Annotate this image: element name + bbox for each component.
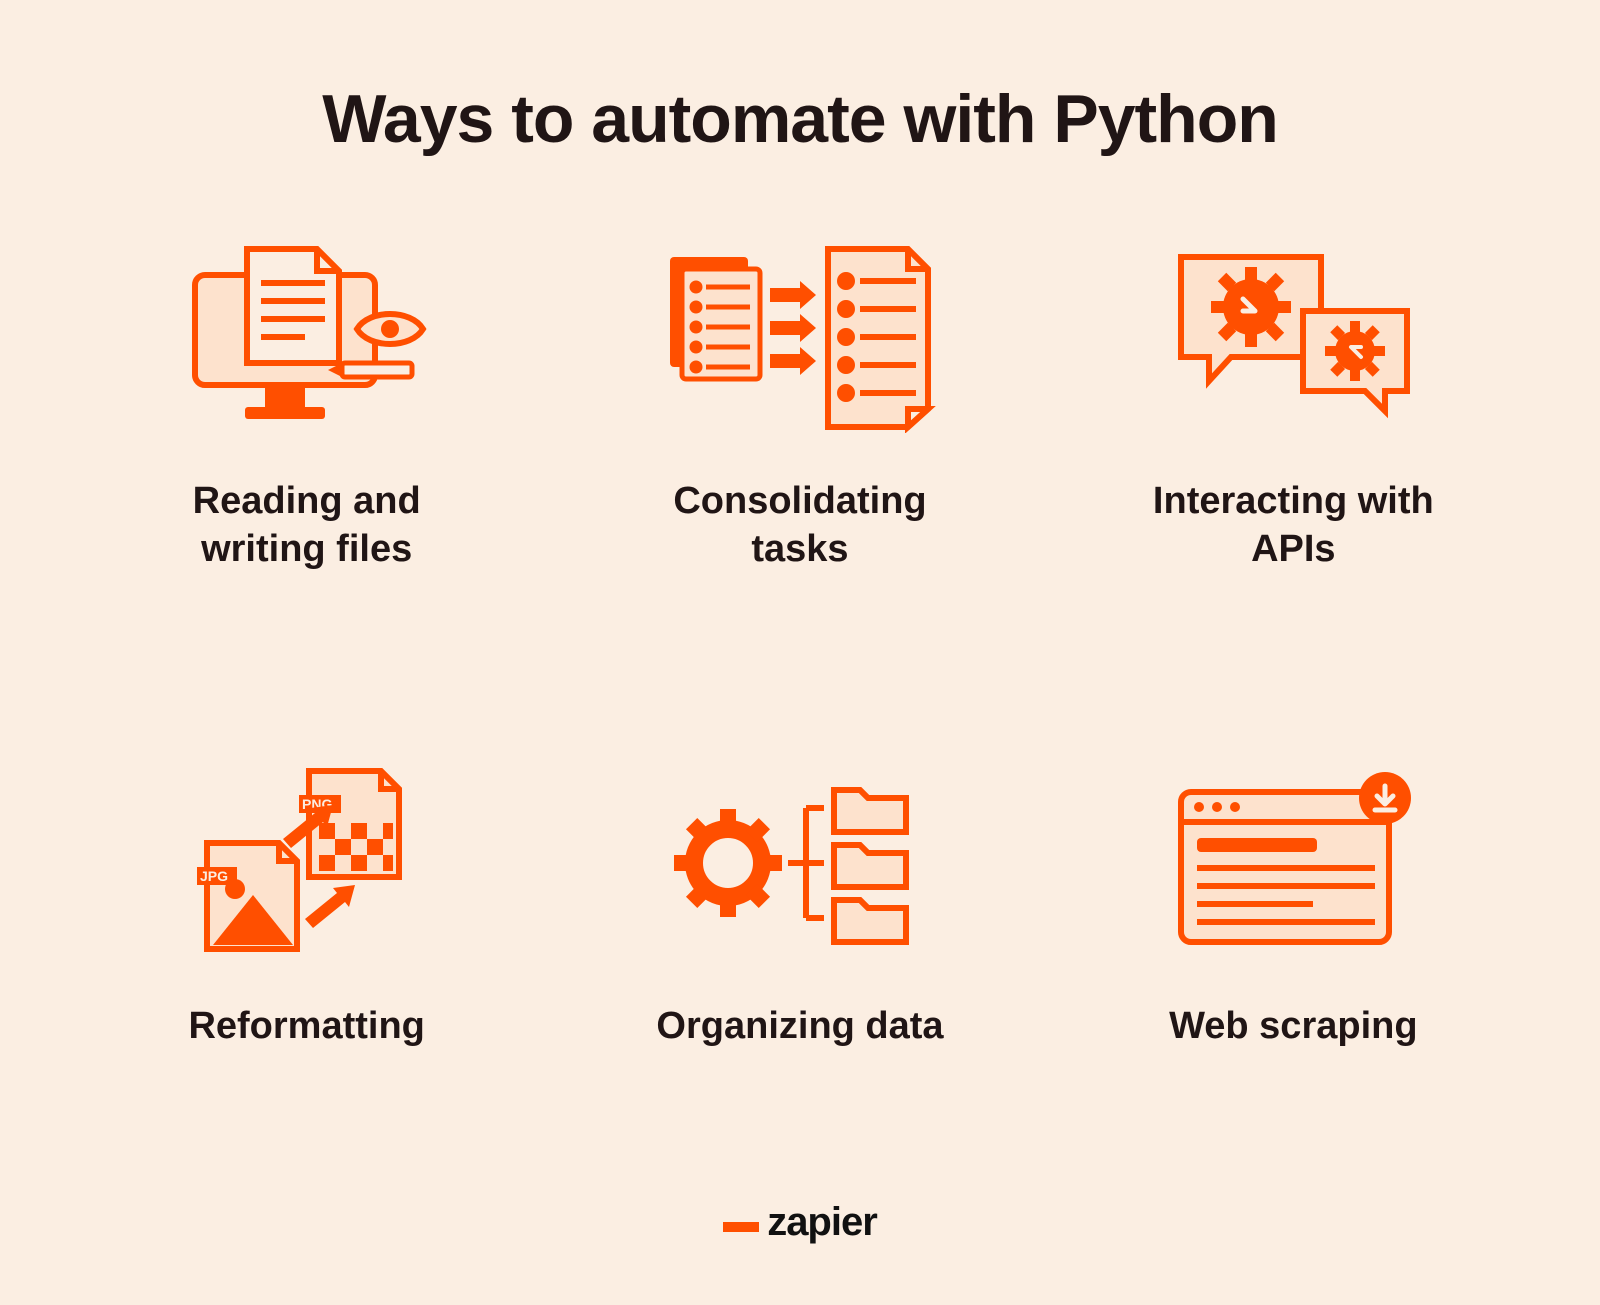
zapier-logo: zapier bbox=[723, 1200, 877, 1245]
feature-reading-writing-files: Reading and writing files bbox=[90, 238, 523, 663]
organizing-data-icon bbox=[670, 763, 930, 963]
feature-organizing-data: Organizing data bbox=[583, 763, 1016, 1140]
feature-label: Web scraping bbox=[1169, 1003, 1417, 1051]
feature-web-scraping: Web scraping bbox=[1077, 763, 1510, 1140]
interacting-apis-icon bbox=[1163, 238, 1423, 438]
web-scraping-icon bbox=[1163, 763, 1423, 963]
page-title: Ways to automate with Python bbox=[322, 80, 1278, 158]
feature-reformatting: JPG PNG bbox=[90, 763, 523, 1140]
feature-label: Interacting with APIs bbox=[1113, 478, 1473, 573]
zapier-logo-text: zapier bbox=[767, 1200, 877, 1245]
jpg-badge-text: JPG bbox=[200, 868, 228, 884]
feature-label: Reformatting bbox=[188, 1003, 424, 1051]
feature-label: Consolidating tasks bbox=[620, 478, 980, 573]
feature-grid: Reading and writing files bbox=[90, 238, 1510, 1140]
feature-label: Reading and writing files bbox=[127, 478, 487, 573]
zapier-logo-underscore-icon bbox=[723, 1222, 759, 1232]
feature-consolidating-tasks: Consolidating tasks bbox=[583, 238, 1016, 663]
feature-interacting-apis: Interacting with APIs bbox=[1077, 238, 1510, 663]
reading-writing-files-icon bbox=[177, 238, 437, 438]
consolidating-tasks-icon bbox=[660, 238, 940, 438]
feature-label: Organizing data bbox=[656, 1003, 943, 1051]
reformatting-icon: JPG PNG bbox=[187, 763, 427, 963]
